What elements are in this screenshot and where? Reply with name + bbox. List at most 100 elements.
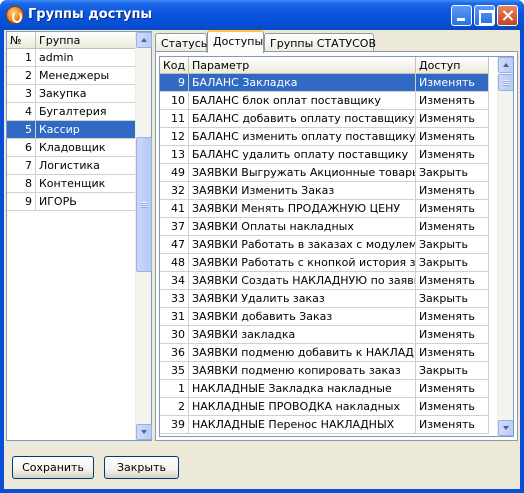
param-row[interactable]: 31 ЗАЯВКИ добавить Заказ Изменять [160,308,497,326]
group-num: 9 [7,193,36,211]
param-row[interactable]: 2 НАКЛАДНЫЕ ПРОВОДКА накладных Изменять [160,398,497,416]
groups-scroll-thumb[interactable] [136,137,152,272]
param-access[interactable]: Закрыть [416,254,489,272]
param-access[interactable]: Изменять [416,128,489,146]
param-access[interactable]: Изменять [416,110,489,128]
param-code: 49 [160,164,189,182]
param-access[interactable]: Изменять [416,92,489,110]
param-code: 37 [160,218,189,236]
params-col-code[interactable]: Код [160,57,189,74]
group-row[interactable]: 1 admin [7,49,136,67]
param-name: НАКЛАДНЫЕ Закладка накладные [189,380,416,398]
groups-scrollbar[interactable] [135,32,152,440]
param-row[interactable]: 12 БАЛАНС изменить оплату поставщику Измен… [160,128,497,146]
param-row[interactable]: 36 ЗАЯВКИ подменю добавить к НАКЛАДНОЙ Изм… [160,344,497,362]
param-row[interactable]: 9 БАЛАНС Закладка Изменять [160,74,497,92]
param-row[interactable]: 10 БАЛАНС блок оплат поставщику Изменять [160,92,497,110]
param-name: БАЛАНС блок оплат поставщику [189,92,416,110]
scroll-down-arrow-icon[interactable] [136,424,152,440]
params-scroll-thumb[interactable] [498,74,513,91]
group-num: 5 [7,121,36,139]
params-scrollbar[interactable] [497,57,513,436]
app-icon [6,6,24,24]
param-code: 13 [160,146,189,164]
param-access[interactable]: Изменять [416,380,489,398]
param-row[interactable]: 35 ЗАЯВКИ подменю копировать заказ Закрыть [160,362,497,380]
maximize-button[interactable] [474,5,495,26]
group-row[interactable]: 8 Контенщик [7,175,136,193]
params-col-access[interactable]: Доступ [416,57,489,74]
param-row[interactable]: 48ЗАЯВКИ Работать с кнопкой история зака… [160,254,497,272]
access-tab-panel: Код Параметр Доступ 9 БАЛАНС Закладка Изме… [155,51,518,441]
param-access[interactable]: Изменять [416,146,489,164]
close-button[interactable]: Закрыть [104,456,179,479]
tab-status-groups[interactable]: Группы СТАТУСОВ [264,33,376,52]
param-row[interactable]: 33 ЗАЯВКИ Удалить заказ Закрыть [160,290,497,308]
param-row[interactable]: 39 НАКЛАДНЫЕ Перенос НАКЛАДНЫХ Изменять [160,416,497,434]
param-row[interactable]: 47 ЗАЯВКИ Работать в заказах с модулем за… [160,236,497,254]
param-name: ЗАЯВКИ закладка [189,326,416,344]
param-access[interactable]: Изменять [416,308,489,326]
param-access[interactable]: Закрыть [416,290,489,308]
group-num: 7 [7,157,36,175]
param-name: ЗАЯВКИ добавить Заказ [189,308,416,326]
param-name: ЗАЯВКИ Изменить Заказ [189,182,416,200]
param-access[interactable]: Изменять [416,200,489,218]
param-name: БАЛАНС Закладка [189,74,416,92]
param-row[interactable]: 37 ЗАЯВКИ Оплаты накладных Изменять [160,218,497,236]
param-access[interactable]: Изменять [416,218,489,236]
param-row[interactable]: 34 ЗАЯВКИ Создать НАКЛАДНУЮ по заявкам Изм… [160,272,497,290]
param-access[interactable]: Изменять [416,398,489,416]
group-name: ИГОРЬ [36,193,136,211]
param-name: БАЛАНС добавить оплату поставщику [189,110,416,128]
tab-statuses[interactable]: Статусы [155,33,209,52]
param-access[interactable]: Изменять [416,344,489,362]
param-name: ЗАЯВКИ Выгружать Акционные товары [189,164,416,182]
param-name: ЗАЯВКИ подменю добавить к НАКЛАДНОЙ [189,344,416,362]
param-name: ЗАЯВКИ Работать в заказах с модулем зака… [189,236,416,254]
param-name: ЗАЯВКИ Создать НАКЛАДНУЮ по заявкам [189,272,416,290]
param-row[interactable]: 11 БАЛАНС добавить оплату поставщику Измен… [160,110,497,128]
group-name: Кладовщик [36,139,136,157]
group-name: Кассир [36,121,136,139]
param-row[interactable]: 32 ЗАЯВКИ Изменить Заказ Изменять [160,182,497,200]
param-name: БАЛАНС удалить оплату поставщику [189,146,416,164]
param-access[interactable]: Закрыть [416,236,489,254]
tab-access[interactable]: Доступы [207,30,264,53]
scroll-up-arrow-icon[interactable] [498,57,513,73]
groups-col-num[interactable]: № [7,32,36,49]
param-access[interactable]: Изменять [416,272,489,290]
group-row[interactable]: 4 Бугалтерия [7,103,136,121]
param-row[interactable]: 13 БАЛАНС удалить оплату поставщику Изменя… [160,146,497,164]
groups-col-name[interactable]: Группа [36,32,136,49]
app-window: Группы доступы № Группа 1 admin 2 Менеджеры… [0,0,524,493]
param-name: БАЛАНС изменить оплату поставщику [189,128,416,146]
param-row[interactable]: 49 ЗАЯВКИ Выгружать Акционные товары Закры… [160,164,497,182]
group-row[interactable]: 9 ИГОРЬ [7,193,136,211]
group-row[interactable]: 3 Закупка [7,85,136,103]
param-access[interactable]: Изменять [416,416,489,434]
scroll-down-arrow-icon[interactable] [498,420,513,436]
param-access[interactable]: Закрыть [416,362,489,380]
param-access[interactable]: Изменять [416,182,489,200]
groups-header: № Группа [7,32,136,49]
params-col-param[interactable]: Параметр [189,57,416,74]
group-row[interactable]: 2 Менеджеры [7,67,136,85]
param-code: 35 [160,362,189,380]
title-bar[interactable]: Группы доступы [0,0,524,30]
param-row[interactable]: 1 НАКЛАДНЫЕ Закладка накладные Изменять [160,380,497,398]
param-row[interactable]: 41 ЗАЯВКИ Менять ПРОДАЖНУЮ ЦЕНУ Изменять [160,200,497,218]
group-name: admin [36,49,136,67]
minimize-button[interactable] [451,5,472,26]
param-access[interactable]: Изменять [416,74,489,92]
group-row[interactable]: 5 Кассир [7,121,136,139]
scroll-up-arrow-icon[interactable] [136,32,152,48]
save-button[interactable]: Сохранить [12,456,94,479]
params-grid: Код Параметр Доступ 9 БАЛАНС Закладка Изме… [159,56,514,437]
param-row[interactable]: 30 ЗАЯВКИ закладка Изменять [160,326,497,344]
close-window-button[interactable] [497,5,518,26]
group-row[interactable]: 6 Кладовщик [7,139,136,157]
group-row[interactable]: 7 Логистика [7,157,136,175]
param-access[interactable]: Изменять [416,326,489,344]
param-access[interactable]: Закрыть [416,164,489,182]
